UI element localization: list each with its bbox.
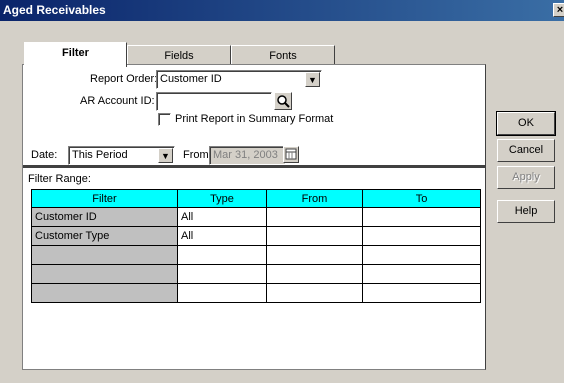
from-cell[interactable] — [266, 264, 363, 284]
table-row[interactable] — [31, 264, 481, 284]
cancel-button[interactable]: Cancel — [497, 139, 555, 162]
section-divider — [23, 165, 485, 168]
type-cell[interactable] — [177, 264, 267, 284]
filter-cell — [31, 283, 178, 303]
column-header: Filter — [31, 189, 178, 208]
help-button[interactable]: Help — [497, 200, 555, 223]
close-icon: × — [556, 4, 564, 16]
to-cell[interactable] — [362, 207, 481, 227]
summary-checkbox-label: Print Report in Summary Format — [175, 113, 334, 125]
table-row[interactable]: Customer Type All — [31, 226, 481, 246]
date-select[interactable]: This Period ▼ — [68, 146, 175, 165]
filter-panel: Report Order: Customer ID ▼ AR Account I… — [22, 64, 486, 370]
filter-range-label: Filter Range: — [28, 173, 91, 185]
help-button-label: Help — [514, 205, 538, 217]
window-title: Aged Receivables — [3, 3, 106, 17]
apply-button-label: Apply — [512, 171, 540, 183]
title-bar: Aged Receivables × — [0, 0, 564, 21]
chevron-down-icon[interactable]: ▼ — [305, 72, 320, 87]
column-header: Type — [177, 189, 267, 208]
from-cell[interactable] — [266, 245, 363, 265]
tab-fonts-label: Fonts — [269, 50, 297, 62]
to-cell[interactable] — [362, 226, 481, 246]
report-order-label: Report Order: — [90, 73, 158, 85]
table-row[interactable] — [31, 283, 481, 303]
from-date-value: Mar 31, 2003 — [213, 149, 278, 161]
table-row[interactable] — [31, 245, 481, 265]
report-order-value: Customer ID — [160, 73, 222, 85]
tab-filter-label: Filter — [62, 47, 89, 59]
tab-fields-label: Fields — [164, 50, 194, 62]
filter-cell: Customer ID — [31, 207, 178, 227]
type-cell[interactable]: All — [177, 207, 267, 227]
type-cell[interactable] — [177, 245, 267, 265]
summary-checkbox[interactable] — [158, 113, 171, 126]
ar-account-label: AR Account ID: — [80, 95, 155, 107]
ar-account-input[interactable] — [156, 92, 272, 111]
tab-filter[interactable]: Filter — [24, 42, 127, 67]
ok-button-label: OK — [518, 117, 534, 129]
from-cell[interactable] — [266, 283, 363, 303]
cancel-button-label: Cancel — [508, 144, 544, 156]
column-header: To — [362, 189, 481, 208]
apply-button[interactable]: Apply — [497, 166, 555, 189]
calendar-button[interactable] — [283, 146, 299, 163]
to-cell[interactable] — [362, 283, 481, 303]
magnifier-icon — [277, 95, 290, 108]
table-row[interactable]: Customer ID All — [31, 207, 481, 227]
filter-cell — [31, 245, 178, 265]
type-cell[interactable]: All — [177, 226, 267, 246]
lookup-button[interactable] — [274, 92, 292, 110]
type-cell[interactable] — [177, 283, 267, 303]
chevron-down-icon[interactable]: ▼ — [158, 148, 173, 163]
column-header: From — [266, 189, 363, 208]
filter-range-table: Filter Type From To Customer ID All Cust… — [31, 189, 481, 303]
ok-button[interactable]: OK — [496, 111, 556, 136]
filter-cell — [31, 264, 178, 284]
table-header-row: Filter Type From To — [31, 189, 481, 208]
close-button[interactable]: × — [553, 3, 564, 17]
to-cell[interactable] — [362, 245, 481, 265]
from-date-field[interactable]: Mar 31, 2003 — [209, 146, 286, 165]
from-cell[interactable] — [266, 207, 363, 227]
to-cell[interactable] — [362, 264, 481, 284]
calendar-icon — [285, 148, 297, 160]
from-label: From: — [183, 149, 212, 161]
date-value: This Period — [72, 149, 128, 161]
date-label: Date: — [31, 149, 58, 161]
report-order-select[interactable]: Customer ID ▼ — [156, 70, 322, 89]
from-cell[interactable] — [266, 226, 363, 246]
filter-cell: Customer Type — [31, 226, 178, 246]
